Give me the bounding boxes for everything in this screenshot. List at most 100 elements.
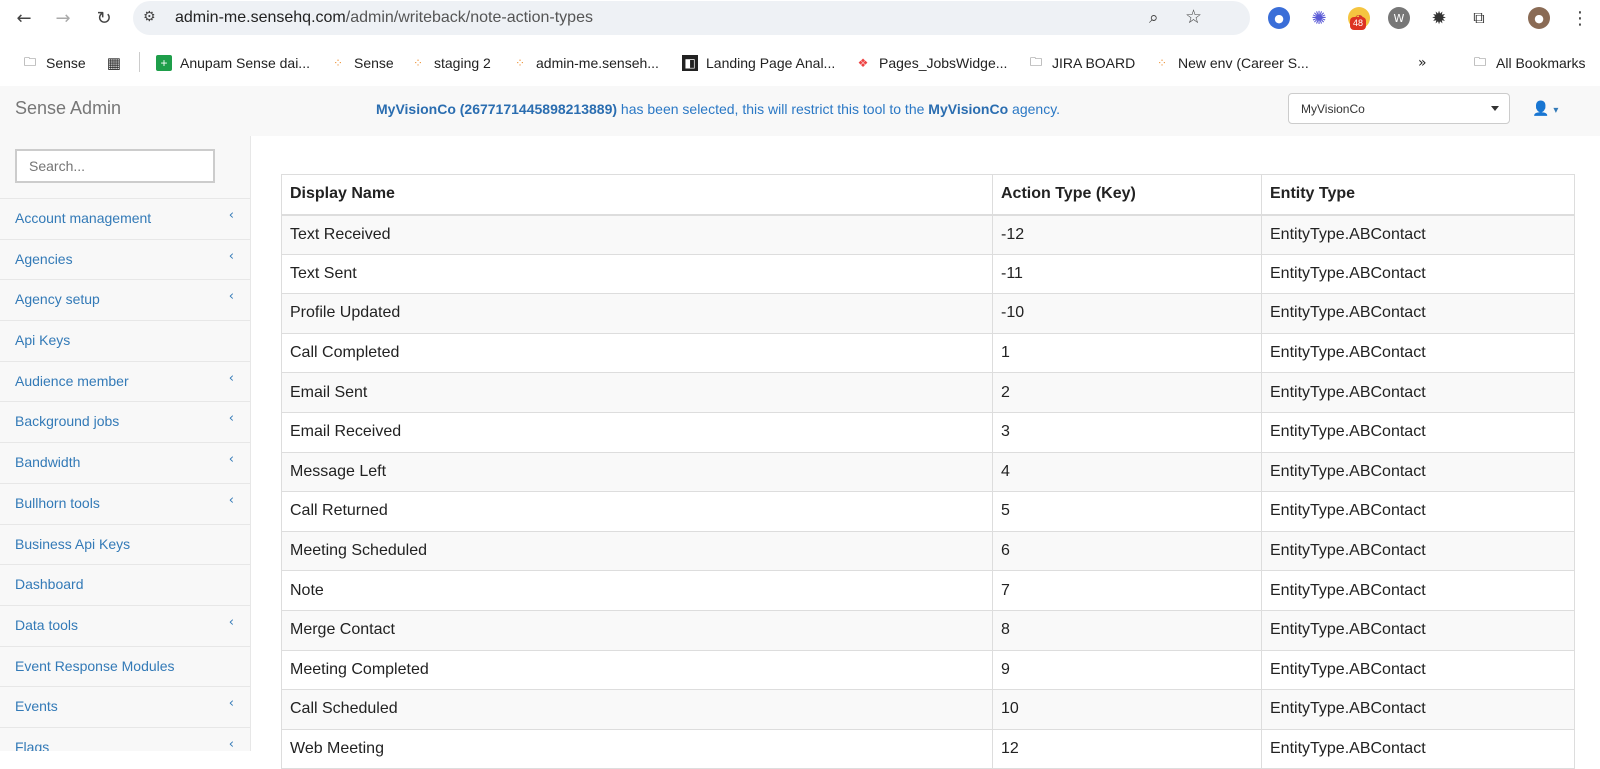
bookmark-admin[interactable]: ⁘ admin-me.senseh... — [512, 54, 659, 72]
extension-wordpress-icon[interactable]: W — [1388, 7, 1410, 29]
header-display-name[interactable]: Display Name — [281, 174, 993, 216]
extensions-puzzle-icon[interactable]: ⧉ — [1468, 7, 1490, 29]
sidebar-item[interactable]: Bullhorn tools ‹ — [0, 482, 250, 524]
sidebar-item[interactable]: Data tools ‹ — [0, 604, 250, 646]
zoom-icon[interactable]: ⌕ — [1149, 8, 1159, 28]
sidebar-item[interactable]: Agency setup ‹ — [0, 279, 250, 320]
main-content: Display Name Action Type (Key) Entity Ty… — [251, 136, 1600, 769]
sidebar-item-label: Events — [15, 698, 58, 715]
bookmark-star-icon[interactable]: ☆ — [1185, 6, 1202, 29]
cell-action-type: -10 — [992, 293, 1262, 334]
sidebar-item[interactable]: Audience member ‹ — [0, 360, 250, 402]
table-row[interactable]: Email Received 3 EntityType.ABContact — [281, 411, 1575, 453]
sidebar-item-label: Flags — [15, 738, 50, 751]
chevron-left-icon: ‹ — [228, 289, 234, 305]
header-entity-type[interactable]: Entity Type — [1261, 174, 1575, 216]
cell-entity-type: EntityType.ABContact — [1261, 491, 1575, 532]
notice-end: agency. — [1008, 101, 1061, 117]
table-row[interactable]: Call Completed 1 EntityType.ABContact — [281, 332, 1575, 374]
browser-menu-icon[interactable]: ⋮ — [1568, 6, 1592, 30]
sidebar-item[interactable]: Agencies ‹ — [0, 238, 250, 280]
profile-avatar[interactable]: ● — [1528, 7, 1550, 29]
cell-action-type: 2 — [992, 372, 1262, 413]
bookmark-staging[interactable]: ⁘ staging 2 — [410, 54, 491, 72]
sidebar-item-label: Api Keys — [15, 332, 71, 349]
reload-icon[interactable]: ↻ — [92, 6, 116, 30]
sidebar-item-label: Agencies — [15, 250, 73, 267]
agency-select[interactable]: MyVisionCo — [1288, 93, 1510, 124]
table-row[interactable]: Web Meeting 12 EntityType.ABContact — [281, 728, 1575, 769]
bookmark-label: JIRA BOARD — [1052, 55, 1136, 71]
all-bookmarks[interactable]: 🗀 All Bookmarks — [1472, 54, 1585, 72]
site-info-icon[interactable]: ⚙ — [143, 9, 161, 27]
cell-action-type: 8 — [992, 609, 1262, 651]
header-action-type[interactable]: Action Type (Key) — [992, 174, 1262, 216]
sidebar-item[interactable]: Business Api Keys — [0, 523, 250, 565]
url-text: admin-me.sensehq.com/admin/writeback/not… — [175, 9, 593, 27]
forward-icon[interactable]: → — [51, 6, 75, 30]
sidebar-item-label: Dashboard — [15, 576, 84, 593]
table-row[interactable]: Text Sent -11 EntityType.ABContact — [281, 253, 1575, 295]
sidebar-search-input[interactable] — [15, 149, 215, 183]
sidebar-item[interactable]: Background jobs ‹ — [0, 401, 250, 442]
sidebar-item[interactable]: Account management ‹ — [0, 198, 250, 239]
table-row[interactable]: Message Left 4 EntityType.ABContact — [281, 451, 1575, 493]
extension-globe-icon[interactable]: ● — [1268, 7, 1290, 29]
cell-display-name: Call Completed — [281, 332, 993, 374]
cell-entity-type: EntityType.ABContact — [1261, 411, 1575, 453]
cell-action-type: 10 — [992, 689, 1262, 730]
sidebar-item-label: Account management — [15, 210, 152, 226]
dots-icon: ⁘ — [332, 56, 344, 70]
more-bookmarks-icon[interactable]: » — [1418, 54, 1427, 72]
address-bar[interactable]: ⚙ admin-me.sensehq.com/admin/writeback/n… — [133, 1, 1250, 35]
sidebar-item-label: Data tools — [15, 616, 79, 633]
cell-entity-type: EntityType.ABContact — [1261, 293, 1575, 334]
cell-display-name: Meeting Scheduled — [281, 530, 993, 572]
agency-notice: MyVisionCo (2677171445898213889) has bee… — [376, 101, 1060, 117]
table-row[interactable]: Text Received -12 EntityType.ABContact — [281, 214, 1575, 255]
sidebar-item[interactable]: Flags ‹ — [0, 726, 250, 751]
bookmark-label: Anupam Sense dai... — [180, 55, 310, 71]
cell-entity-type: EntityType.ABContact — [1261, 214, 1575, 255]
bookmark-label: Sense — [46, 55, 86, 71]
bookmark-figma[interactable]: ❖ Pages_JobsWidge... — [855, 54, 1008, 72]
chevron-left-icon: ‹ — [228, 370, 234, 386]
extension-sparkle-icon[interactable]: ✺ — [1308, 7, 1330, 29]
table-row[interactable]: Note 7 EntityType.ABContact — [281, 570, 1575, 611]
table-row[interactable]: Email Sent 2 EntityType.ABContact — [281, 372, 1575, 413]
cell-display-name: Call Returned — [281, 491, 993, 532]
cell-display-name: Call Scheduled — [281, 689, 993, 730]
bookmark-label: staging 2 — [434, 55, 491, 71]
bookmark-new-env[interactable]: ⁘ New env (Career S... — [1154, 54, 1309, 72]
cell-action-type: 9 — [992, 649, 1262, 691]
bookmark-sense[interactable]: ⁘ Sense — [330, 54, 394, 72]
table-row[interactable]: Meeting Scheduled 6 EntityType.ABContact — [281, 530, 1575, 572]
sidebar-item[interactable]: Events ‹ — [0, 686, 250, 727]
user-menu[interactable]: 👤 ▾ — [1532, 100, 1558, 117]
cell-entity-type: EntityType.ABContact — [1261, 689, 1575, 730]
bookmark-sheet[interactable]: + Anupam Sense dai... — [156, 54, 310, 72]
user-icon: 👤 — [1532, 100, 1550, 116]
table-row[interactable]: Merge Contact 8 EntityType.ABContact — [281, 609, 1575, 651]
sidebar-item[interactable]: Event Response Modules — [0, 645, 250, 687]
folder-icon: 🗀 — [1029, 54, 1042, 69]
table-row[interactable]: Meeting Completed 9 EntityType.ABContact — [281, 649, 1575, 691]
bookmark-jira[interactable]: 🗀 JIRA BOARD — [1028, 54, 1135, 72]
table-row[interactable]: Profile Updated -10 EntityType.ABContact — [281, 293, 1575, 334]
table-row[interactable]: Call Scheduled 10 EntityType.ABContact — [281, 689, 1575, 730]
sidebar-item[interactable]: Api Keys — [0, 320, 250, 361]
brand-title[interactable]: Sense Admin — [15, 98, 121, 119]
bookmark-sense-folder[interactable]: 🗀 Sense — [22, 54, 86, 72]
sidebar-item[interactable]: Dashboard — [0, 564, 250, 605]
extension-gear-icon[interactable]: ✹ — [1428, 7, 1450, 29]
sidebar-item[interactable]: Bandwidth ‹ — [0, 442, 250, 483]
back-icon[interactable]: ← — [12, 6, 36, 30]
table-row[interactable]: Call Returned 5 EntityType.ABContact — [281, 491, 1575, 532]
chevron-left-icon: ‹ — [228, 736, 234, 751]
chevron-left-icon: ‹ — [228, 614, 234, 630]
bookmark-landing[interactable]: ◧ Landing Page Anal... — [682, 54, 835, 72]
sidebar-item-label: Background jobs — [15, 413, 120, 430]
dots-icon: ⁘ — [514, 56, 526, 70]
bookmark-apps[interactable]: ▦ — [106, 54, 122, 72]
sidebar-item-label: Agency setup — [15, 291, 100, 308]
